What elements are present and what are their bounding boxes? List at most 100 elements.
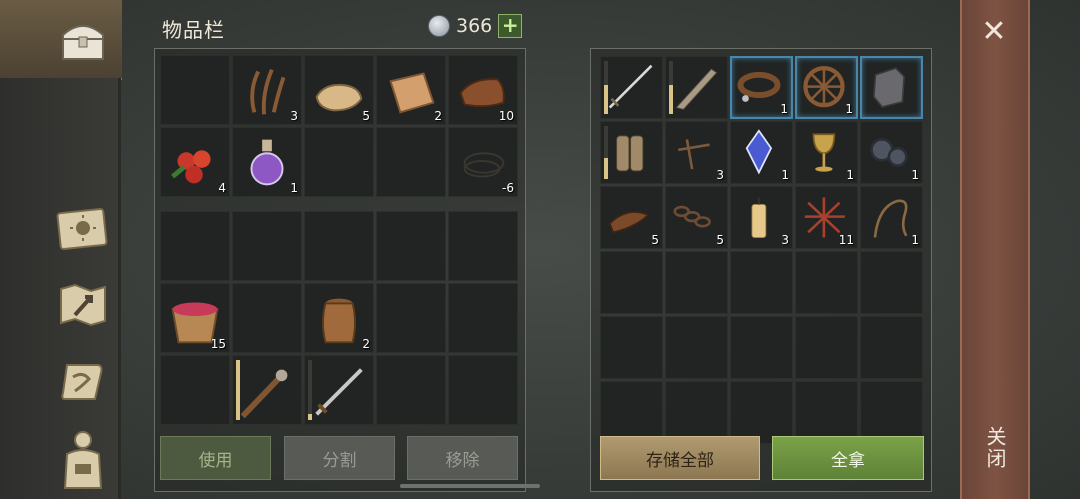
split-button[interactable]: 分割 — [284, 436, 395, 480]
item-count: 1 — [911, 233, 919, 247]
page-title: 物品栏 — [162, 18, 225, 42]
inventory-slot[interactable] — [860, 56, 923, 119]
inventory-slot[interactable] — [665, 56, 728, 119]
empty-slot[interactable] — [376, 283, 446, 353]
empty-slot[interactable] — [665, 251, 728, 314]
close-panel[interactable] — [960, 0, 1030, 499]
empty-slot[interactable] — [304, 127, 374, 197]
empty-slot[interactable] — [795, 381, 858, 444]
inventory-slot[interactable]: 2 — [376, 55, 446, 125]
empty-slot[interactable] — [860, 381, 923, 444]
durability-bar — [236, 360, 240, 420]
inventory-slot[interactable]: -6 — [448, 127, 518, 197]
inventory-slot[interactable]: 5 — [600, 186, 663, 249]
inventory-slot[interactable]: 11 — [795, 186, 858, 249]
add-currency-button[interactable]: + — [498, 14, 523, 38]
empty-slot[interactable] — [448, 211, 518, 281]
chest-icon[interactable] — [48, 8, 118, 72]
item-count: 2 — [434, 109, 442, 123]
inventory-slot[interactable]: 5 — [304, 55, 374, 125]
inventory-slot[interactable]: 1 — [860, 121, 923, 184]
inventory-slot[interactable] — [600, 121, 663, 184]
remove-button[interactable]: 移除 — [407, 436, 518, 480]
empty-slot[interactable] — [376, 355, 446, 425]
character-icon[interactable] — [48, 428, 118, 492]
empty-slot[interactable] — [665, 381, 728, 444]
inventory-slot[interactable]: 10 — [448, 55, 518, 125]
inventory-slot[interactable]: 4 — [160, 127, 230, 197]
inventory-slot[interactable]: 15 — [160, 283, 230, 353]
item-count: 1 — [911, 168, 919, 182]
empty-slot[interactable] — [232, 283, 302, 353]
empty-slot[interactable] — [600, 316, 663, 379]
empty-slot[interactable] — [860, 251, 923, 314]
take-all-button[interactable]: 全拿 — [772, 436, 924, 480]
empty-slot[interactable] — [304, 211, 374, 281]
empty-slot[interactable] — [860, 316, 923, 379]
inventory-slot[interactable]: 3 — [665, 121, 728, 184]
armor-pieces-icon — [872, 67, 906, 108]
currency-display: 366 + — [428, 14, 523, 38]
inventory-top-grid: 3 5 2 10 4 1 -6 — [160, 55, 518, 197]
inventory-bottom-grid: 15 2 — [160, 211, 518, 425]
map-icon[interactable] — [48, 272, 118, 336]
item-count: -6 — [502, 181, 514, 195]
empty-slot[interactable] — [795, 251, 858, 314]
empty-slot[interactable] — [665, 316, 728, 379]
durability-bar — [308, 414, 312, 420]
machete-icon — [675, 68, 718, 110]
inventory-slot[interactable]: 3 — [730, 186, 793, 249]
item-count: 3 — [781, 233, 789, 247]
close-icon[interactable]: ✕ — [978, 16, 1010, 48]
close-label[interactable]: 关闭 — [978, 426, 1010, 470]
inventory-slot[interactable]: 1 — [795, 56, 858, 119]
inventory-slot[interactable] — [600, 56, 663, 119]
empty-slot[interactable] — [376, 211, 446, 281]
empty-slot[interactable] — [795, 316, 858, 379]
empty-slot[interactable] — [448, 283, 518, 353]
item-count: 10 — [498, 109, 514, 123]
inventory-slot[interactable]: 1 — [232, 127, 302, 197]
scroll-quill-icon[interactable] — [48, 350, 118, 414]
inventory-slot[interactable]: 5 — [665, 186, 728, 249]
empty-slot[interactable] — [160, 55, 230, 125]
item-count: 15 — [210, 337, 226, 351]
empty-slot[interactable] — [730, 251, 793, 314]
durability-bar — [604, 157, 608, 179]
durability-bar — [604, 84, 608, 114]
item-count: 5 — [651, 233, 659, 247]
inventory-slot[interactable]: 1 — [730, 56, 793, 119]
item-count: 1 — [845, 102, 853, 116]
inventory-slot[interactable] — [304, 355, 374, 425]
empty-slot[interactable] — [376, 127, 446, 197]
empty-slot[interactable] — [160, 211, 230, 281]
durability-bar — [669, 84, 673, 114]
inventory-slot[interactable] — [232, 355, 302, 425]
empty-slot[interactable] — [160, 355, 230, 425]
durability-track — [308, 360, 312, 420]
empty-slot[interactable] — [600, 381, 663, 444]
sidebar — [0, 0, 122, 499]
spiked-club-icon — [240, 369, 288, 419]
empty-slot[interactable] — [232, 211, 302, 281]
coin-icon — [428, 15, 450, 37]
sword-icon — [315, 368, 363, 416]
scrollbar[interactable] — [400, 484, 540, 488]
empty-slot[interactable] — [448, 355, 518, 425]
store-all-button[interactable]: 存储全部 — [600, 436, 760, 480]
item-count: 5 — [716, 233, 724, 247]
inventory-slot[interactable]: 3 — [232, 55, 302, 125]
item-count: 11 — [838, 233, 854, 247]
use-button[interactable]: 使用 — [160, 436, 271, 480]
inventory-slot[interactable]: 1 — [730, 121, 793, 184]
item-count: 1 — [780, 102, 788, 116]
inventory-slot[interactable]: 1 — [860, 186, 923, 249]
journal-sun-icon[interactable] — [48, 196, 118, 260]
item-count: 1 — [781, 168, 789, 182]
item-count: 2 — [362, 337, 370, 351]
inventory-slot[interactable]: 2 — [304, 283, 374, 353]
inventory-slot[interactable]: 1 — [795, 121, 858, 184]
empty-slot[interactable] — [730, 381, 793, 444]
empty-slot[interactable] — [730, 316, 793, 379]
empty-slot[interactable] — [600, 251, 663, 314]
